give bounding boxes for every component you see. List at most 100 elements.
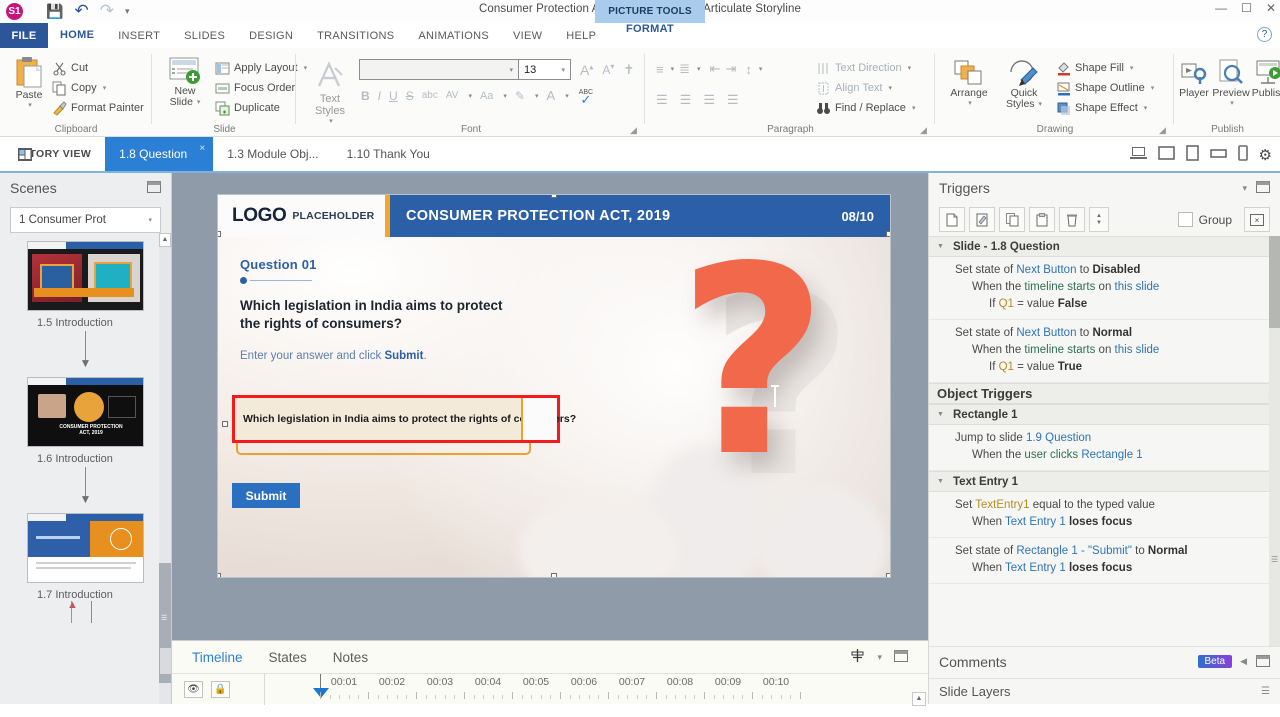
new-slide-caret-icon[interactable]: ▾ bbox=[197, 97, 201, 108]
eye-icon[interactable]: 👁 bbox=[184, 681, 203, 698]
shape-fill-button[interactable]: Shape Fill ▾ bbox=[1056, 58, 1154, 78]
timeline-track[interactable]: 00:01 00:02 00:03 00:04 00:05 00:06 00:07 00:08… bbox=[264, 674, 928, 706]
new-trigger-button[interactable] bbox=[939, 207, 965, 232]
strikethrough-button[interactable]: S bbox=[406, 89, 414, 103]
delete-trigger-button[interactable] bbox=[1059, 207, 1085, 232]
paste-caret-icon[interactable]: ▾ bbox=[28, 101, 32, 109]
paragraph-dialog-launcher[interactable]: ◢ bbox=[920, 125, 929, 135]
close-icon[interactable]: × bbox=[199, 143, 205, 154]
shape-fill-caret-icon[interactable]: ▾ bbox=[1130, 64, 1134, 72]
group-checkbox[interactable] bbox=[1177, 212, 1193, 227]
apply-layout-button[interactable]: Apply Layout ▾ bbox=[215, 58, 307, 78]
tab-file[interactable]: FILE bbox=[0, 23, 48, 48]
scroll-up-button[interactable]: ▲ bbox=[159, 233, 171, 247]
tab-animations[interactable]: ANIMATIONS bbox=[406, 23, 501, 48]
bold-button[interactable]: B bbox=[361, 89, 370, 103]
line-spacing-caret-icon[interactable]: ▾ bbox=[759, 65, 763, 73]
timeline-scroll-up-button[interactable]: ▲ bbox=[912, 692, 926, 706]
change-case-caret-icon[interactable]: ▾ bbox=[503, 92, 507, 100]
find-replace-button[interactable]: Find / Replace ▾ bbox=[816, 98, 915, 118]
laptop-icon[interactable] bbox=[1129, 146, 1147, 163]
selection-handle-header-left[interactable] bbox=[218, 231, 221, 237]
lock-icon[interactable]: 🔒 bbox=[211, 681, 230, 698]
selection-handle-header-right[interactable] bbox=[886, 231, 890, 237]
new-slide-button[interactable]: New Slide ▾ bbox=[159, 56, 211, 108]
timeline-collapse-icon[interactable] bbox=[894, 649, 908, 665]
comments-section[interactable]: Comments Beta ◀ bbox=[929, 646, 1280, 676]
paste-button[interactable]: Paste ▾ bbox=[6, 56, 52, 109]
quick-styles-button[interactable]: Quick Styles ▾ bbox=[998, 58, 1050, 110]
scene-selector[interactable]: 1 Consumer Prot ▾ bbox=[10, 207, 161, 233]
paste-trigger-button[interactable] bbox=[1029, 207, 1055, 232]
grow-font-button[interactable]: A▴ bbox=[580, 62, 593, 78]
trigger-item[interactable]: Set state of Next Button to Normal When … bbox=[929, 320, 1280, 383]
tablet-landscape-icon[interactable] bbox=[1209, 147, 1227, 162]
copy-trigger-button[interactable] bbox=[999, 207, 1025, 232]
chevron-down-icon[interactable]: ▾ bbox=[148, 216, 152, 224]
submit-button[interactable]: Submit bbox=[232, 483, 300, 508]
bullets-icon[interactable]: ≡ bbox=[656, 62, 664, 77]
tab-transitions[interactable]: TRANSITIONS bbox=[305, 23, 406, 48]
font-dialog-launcher[interactable]: ◢ bbox=[630, 125, 639, 135]
tab-timeline[interactable]: Timeline bbox=[192, 650, 243, 665]
triggers-panel-collapse-icon[interactable] bbox=[1256, 181, 1270, 195]
reorder-trigger-button[interactable]: ▲ ▼ bbox=[1089, 207, 1109, 232]
decrease-indent-icon[interactable]: ⇤ bbox=[710, 61, 721, 77]
selection-handle-bottom-left[interactable] bbox=[218, 573, 221, 577]
focus-order-button[interactable]: Focus Order bbox=[215, 78, 307, 98]
slide-tab-1-10-thank-you[interactable]: 1.10 Thank You bbox=[333, 137, 444, 171]
text-highlight-caret-icon[interactable]: ▾ bbox=[535, 92, 539, 100]
close-button[interactable]: ✕ bbox=[1266, 1, 1276, 15]
change-case-button[interactable]: Aa bbox=[480, 90, 493, 102]
panel-collapse-icon[interactable] bbox=[147, 180, 161, 196]
font-color-caret-icon[interactable]: ▾ bbox=[565, 92, 569, 100]
shape-effect-caret-icon[interactable]: ▾ bbox=[1144, 104, 1148, 112]
shape-outline-caret-icon[interactable]: ▾ bbox=[1151, 84, 1155, 92]
font-name-caret-icon[interactable]: ▾ bbox=[509, 66, 513, 74]
minimize-button[interactable]: — bbox=[1215, 1, 1227, 15]
comments-expand-icon[interactable]: ◀ bbox=[1240, 656, 1247, 667]
cut-button[interactable]: Cut bbox=[52, 58, 144, 78]
gear-icon[interactable]: ⚙ bbox=[1259, 146, 1272, 164]
numbering-caret-icon[interactable]: ▾ bbox=[697, 65, 701, 73]
underline-button[interactable]: U bbox=[389, 89, 398, 103]
font-color-button[interactable]: A bbox=[547, 88, 556, 103]
publish-button[interactable]: Publish bbox=[1251, 58, 1280, 107]
drawing-dialog-launcher[interactable]: ◢ bbox=[1159, 125, 1168, 135]
selection-handle-bottom-right[interactable] bbox=[886, 573, 890, 577]
chevron-down-icon[interactable]: ▼ bbox=[937, 243, 953, 250]
bullets-caret-icon[interactable]: ▾ bbox=[671, 65, 675, 73]
timeline-splitter[interactable] bbox=[172, 637, 928, 641]
chevron-down-icon[interactable]: ▼ bbox=[937, 478, 953, 485]
close-triggers-panel-button[interactable]: × bbox=[1244, 207, 1270, 232]
slide-tab-1-8-question[interactable]: 1.8 Question × bbox=[105, 137, 214, 171]
character-spacing-caret-icon[interactable]: ▾ bbox=[468, 92, 472, 100]
line-spacing-icon[interactable]: ↕ bbox=[745, 62, 752, 77]
selection-handle-bottom[interactable] bbox=[551, 573, 557, 577]
scene-item-1-6[interactable]: CONSUMER PROTECTION ACT, 2019 1.6 Introdu… bbox=[27, 377, 144, 465]
scrollbar-grip[interactable]: ☰ bbox=[1271, 556, 1278, 568]
arrange-button[interactable]: Arrange ▾ bbox=[944, 58, 994, 107]
spelling-button[interactable]: ABC ✓ bbox=[579, 89, 593, 106]
find-replace-caret-icon[interactable]: ▾ bbox=[912, 104, 916, 112]
slide-surface[interactable]: ? ? LOGO PLACEHOLDER CONSUMER PROTECTION… bbox=[217, 194, 891, 578]
text-direction-button[interactable]: Text Direction ▾ bbox=[816, 58, 915, 78]
scenes-scrollbar[interactable]: ▲ ☰ bbox=[159, 233, 171, 704]
align-text-button[interactable]: Align Text ▾ bbox=[816, 78, 915, 98]
comments-collapse-icon[interactable] bbox=[1256, 654, 1270, 669]
scenes-panel-splitter[interactable] bbox=[160, 648, 171, 674]
selection-handle-left[interactable] bbox=[222, 421, 228, 427]
triggers-scrollbar[interactable]: ☰ bbox=[1269, 236, 1280, 646]
restore-button[interactable]: ☐ bbox=[1241, 1, 1252, 15]
font-name-combobox[interactable]: ▾ bbox=[359, 59, 519, 80]
player-button[interactable]: Player bbox=[1177, 58, 1211, 107]
italic-button[interactable]: I bbox=[378, 89, 381, 103]
arrange-caret-icon[interactable]: ▾ bbox=[968, 99, 972, 107]
text-entry-selection[interactable]: Which legislation in India aims to prote… bbox=[222, 395, 576, 455]
scrollbar-thumb[interactable] bbox=[1269, 236, 1280, 328]
tablet-portrait-icon[interactable] bbox=[1185, 145, 1199, 164]
slide-title-bar[interactable]: CONSUMER PROTECTION ACT, 2019 08/10 bbox=[390, 195, 890, 237]
phone-icon[interactable] bbox=[1237, 145, 1248, 164]
slide-canvas[interactable]: ? ? LOGO PLACEHOLDER CONSUMER PROTECTION… bbox=[172, 173, 928, 704]
scene-item-1-5[interactable]: 1.5 Introduction bbox=[27, 241, 144, 329]
